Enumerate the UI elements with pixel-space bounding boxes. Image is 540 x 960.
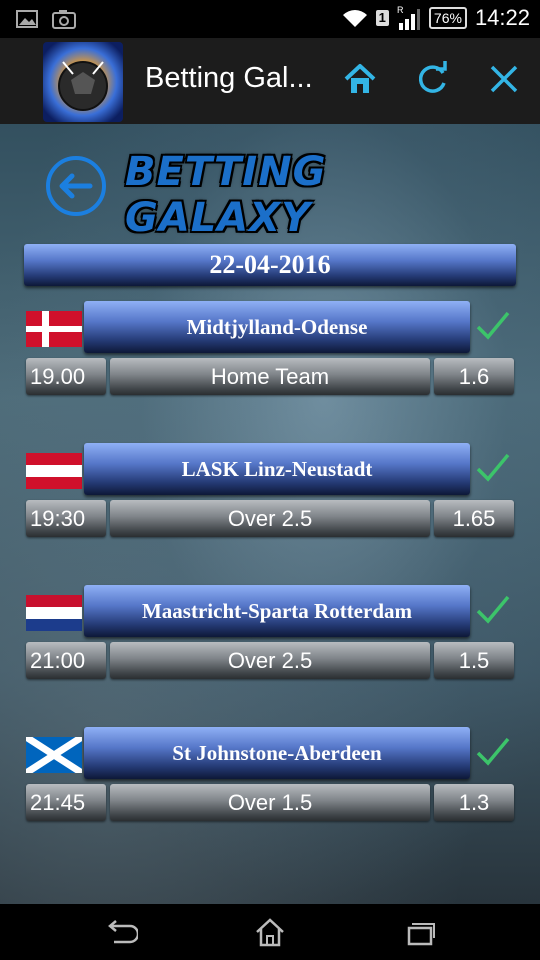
clock: 14:22 <box>474 5 530 30</box>
match-time: 21:45 <box>26 784 106 821</box>
image-icon <box>16 10 38 28</box>
match-tip: Home Team <box>110 358 430 395</box>
camera-icon <box>52 10 76 29</box>
battery-icon: 76% <box>428 7 467 29</box>
netherlands-flag-icon <box>26 595 82 631</box>
match-tip: Over 1.5 <box>110 784 430 821</box>
check-icon <box>476 595 510 624</box>
scotland-flag-icon <box>26 737 82 773</box>
match-teams-button[interactable]: Midtjylland-Odense <box>84 301 470 353</box>
match-odds: 1.5 <box>434 642 514 679</box>
home-icon[interactable] <box>340 59 380 99</box>
status-bar: 1 R 76% 14:22 <box>0 0 540 38</box>
signal-icon: R <box>397 5 420 30</box>
match-odds: 1.6 <box>434 358 514 395</box>
sim-icon: 1 <box>375 10 389 26</box>
recents-icon[interactable] <box>403 916 437 948</box>
refresh-icon[interactable] <box>412 59 452 99</box>
action-bar: Betting Gal... <box>0 38 540 124</box>
match-row: St Johnstone-Aberdeen 21:45 Over 1.5 1.3 <box>0 727 540 857</box>
close-icon[interactable] <box>484 59 524 99</box>
app-logo-icon[interactable] <box>43 42 123 122</box>
match-tip: Over 2.5 <box>110 642 430 679</box>
check-icon <box>476 737 510 766</box>
back-icon[interactable] <box>104 916 138 948</box>
match-time: 19:30 <box>26 500 106 537</box>
denmark-flag-icon <box>26 311 82 347</box>
brand-logo: BETTING GALAXY <box>125 149 327 241</box>
check-icon <box>476 311 510 340</box>
check-icon <box>476 453 510 482</box>
match-teams-button[interactable]: LASK Linz-Neustadt <box>84 443 470 495</box>
match-odds: 1.65 <box>434 500 514 537</box>
app-title: Betting Gal... <box>145 62 313 94</box>
home-icon[interactable] <box>253 916 287 948</box>
wifi-icon <box>342 10 367 27</box>
match-teams-button[interactable]: Maastricht-Sparta Rotterdam <box>84 585 470 637</box>
match-teams-button[interactable]: St Johnstone-Aberdeen <box>84 727 470 779</box>
date-header: 22-04-2016 <box>24 244 516 286</box>
match-time: 19.00 <box>26 358 106 395</box>
match-row: LASK Linz-Neustadt 19:30 Over 2.5 1.65 <box>0 443 540 573</box>
content-area: BETTING GALAXY 22-04-2016 Midtjylland-Od… <box>0 124 540 904</box>
match-tip: Over 2.5 <box>110 500 430 537</box>
navigation-bar <box>0 904 540 960</box>
match-row: Maastricht-Sparta Rotterdam 21:00 Over 2… <box>0 585 540 715</box>
back-arrow-icon[interactable] <box>44 154 108 218</box>
match-time: 21:00 <box>26 642 106 679</box>
match-odds: 1.3 <box>434 784 514 821</box>
austria-flag-icon <box>26 453 82 489</box>
svg-text:R: R <box>397 5 404 15</box>
match-row: Midtjylland-Odense 19.00 Home Team 1.6 <box>0 301 540 431</box>
